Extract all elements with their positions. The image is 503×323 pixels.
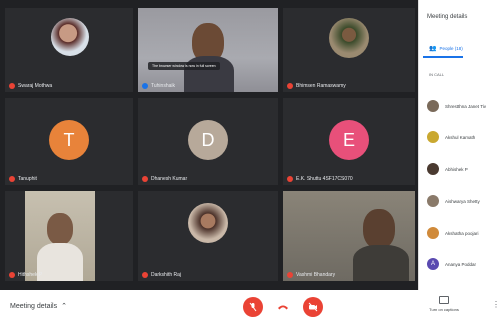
phone-hangup-icon [278, 305, 288, 310]
avatar [427, 131, 439, 143]
participant-name: Tanuphit [18, 176, 37, 182]
more-icon: ⋮ [492, 300, 500, 309]
tab-people-label: People (18) [439, 46, 463, 51]
avatar [427, 163, 439, 175]
participant-name: Dhanesh Kumar [151, 176, 188, 182]
mic-off-icon [142, 83, 148, 89]
meeting-details-label: Meeting details [10, 302, 58, 310]
avatar [427, 227, 439, 239]
participant-video [47, 213, 73, 245]
mic-off-icon [142, 176, 148, 182]
avatar: A [427, 258, 439, 270]
participant-list-item[interactable]: Aishwarya Shetty [427, 195, 480, 207]
section-label: IN CALL [429, 72, 445, 77]
participant-avatar-letter: T [49, 120, 89, 160]
camera-off-icon [308, 302, 318, 312]
meeting-details-panel: Meeting details 👥 People (18) IN CALL Sh… [418, 0, 503, 290]
participant-tile[interactable]: The browser window is now in full screen… [138, 8, 278, 92]
participant-list-item[interactable]: Shrestthna Janet Tiv [427, 100, 486, 112]
participant-list-name: Shrestthna Janet Tiv [445, 103, 487, 109]
captions-label: Turn on captions [429, 307, 459, 312]
avatar [427, 100, 439, 112]
participant-tile[interactable]: Bhimsen Ramaswamy [283, 8, 415, 92]
mic-off-icon [9, 176, 15, 182]
tab-indicator [423, 56, 463, 58]
participant-name: Vashmi Bhandary [296, 272, 336, 278]
participant-name: Darkshith Raj [151, 272, 182, 278]
participant-list-name: Ananya Poddar [445, 261, 477, 267]
participant-list-name: Akshatha poojari [445, 230, 479, 236]
more-options-button[interactable]: ⋮ [492, 300, 500, 309]
fullscreen-banner: The browser window is now in full screen [148, 62, 220, 70]
participant-name: Swaraj Mothwa [18, 83, 53, 89]
participant-tile[interactable]: Hithshek P [5, 191, 133, 281]
captions-icon [439, 296, 449, 304]
mic-off-icon [142, 272, 148, 278]
participant-list-name: Aishwarya Shetty [445, 198, 480, 204]
end-call-button[interactable] [273, 297, 293, 317]
participant-avatar-letter: D [188, 120, 228, 160]
participant-avatar-letter: E [329, 120, 369, 160]
participant-name: E.K. Shuttu 4SF17CS070 [296, 176, 353, 182]
bottom-toolbar: Meeting details ⌃ Turn on captions ⋮ [0, 290, 503, 323]
mic-off-icon [287, 176, 293, 182]
participant-list-item[interactable]: Akshatha poojari [427, 227, 479, 239]
tab-people[interactable]: 👥 People (18) [429, 45, 463, 52]
meeting-details-button[interactable]: Meeting details ⌃ [10, 302, 67, 311]
participant-tile[interactable]: Swaraj Mothwa [5, 8, 133, 92]
mic-off-icon [249, 302, 257, 312]
participant-list-name: Akshul Kamath [445, 134, 476, 140]
participant-tile[interactable]: D Dhanesh Kumar [138, 98, 278, 185]
people-icon: 👥 [429, 46, 437, 52]
participant-list-item[interactable]: A Ananya Poddar [427, 258, 476, 270]
participant-list-name: Abhishek P [445, 166, 468, 172]
participant-video [363, 209, 395, 249]
participant-video [353, 245, 409, 281]
participant-name: Bhimsen Ramaswamy [296, 83, 346, 89]
participant-tile[interactable]: Vashmi Bhandary [283, 191, 415, 281]
camera-toggle-button[interactable] [303, 297, 323, 317]
participant-photo [188, 203, 228, 243]
participant-tile[interactable]: Darkshith Raj [138, 191, 278, 281]
mic-off-icon [287, 272, 293, 278]
video-grid: Swaraj Mothwa The browser window is now … [0, 0, 418, 290]
avatar [427, 195, 439, 207]
participant-photo [51, 18, 89, 56]
participant-photo [329, 18, 369, 58]
participant-tile[interactable]: E E.K. Shuttu 4SF17CS070 [283, 98, 415, 185]
participant-list-item[interactable]: Abhishek P [427, 163, 468, 175]
mic-off-icon [9, 83, 15, 89]
mic-toggle-button[interactable] [243, 297, 263, 317]
captions-button[interactable]: Turn on captions [424, 296, 464, 320]
participant-name: Hithshek P [18, 272, 43, 278]
participant-video [37, 243, 83, 281]
participant-tile[interactable]: T Tanuphit [5, 98, 133, 185]
panel-title: Meeting details [427, 14, 468, 20]
mic-off-icon [9, 272, 15, 278]
participant-name: Tuhinshaik [151, 83, 175, 89]
chevron-up-icon: ⌃ [61, 303, 67, 310]
participant-list-item[interactable]: Akshul Kamath [427, 131, 475, 143]
mic-off-icon [287, 83, 293, 89]
